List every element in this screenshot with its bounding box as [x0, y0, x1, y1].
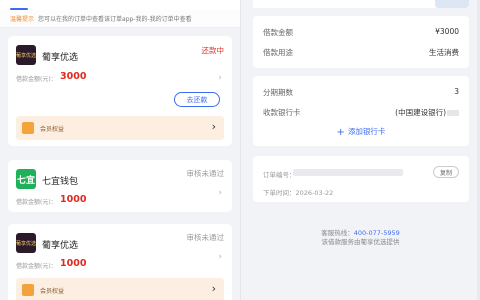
- add-bank-label: 添加银行卡: [347, 127, 386, 136]
- loan-amount: 1000: [60, 194, 87, 205]
- member-label: 会员权益: [40, 126, 65, 133]
- loan-purpose-value: 生活消费: [429, 48, 459, 57]
- notice-tag: 温馨提示: [10, 16, 35, 23]
- loan-card-puxiang-repaying[interactable]: 葡享优选 葡享优选 还款中 借款金额(元)： 3000 › 去还款 会员权益 ›: [8, 36, 232, 146]
- status-badge: 审核未通过: [186, 233, 225, 242]
- amount-label: 借款金额(元)：: [16, 76, 57, 83]
- repay-button[interactable]: 去还款: [174, 92, 220, 107]
- status-badge: 审核未通过: [186, 169, 225, 178]
- member-icon: [22, 122, 34, 134]
- chevron-right-icon: ›: [211, 282, 216, 295]
- order-no-label: 订单编号：: [263, 171, 296, 179]
- header-decoration: [435, 0, 469, 8]
- order-time-label-text: 下单时间：: [263, 189, 296, 197]
- bank-card-value: (中国建设银行): [395, 107, 459, 118]
- amount-label: 借款金额(元)：: [16, 263, 57, 270]
- product-name: 葡享优选: [42, 53, 79, 63]
- top-tab-bar: [0, 0, 240, 10]
- copy-button[interactable]: 复制: [433, 166, 459, 178]
- member-benefits-banner[interactable]: 会员权益 ›: [16, 116, 224, 140]
- bank-card-row[interactable]: 收款银行卡 (中国建设银行): [263, 107, 459, 118]
- bank-card-label: 收款银行卡: [263, 108, 301, 117]
- notice-text: 您可以在我的订单中查看该订单app-我的-我的订单中查看: [38, 16, 192, 23]
- product-name: 七宜钱包: [42, 177, 79, 187]
- chevron-right-icon: ›: [211, 120, 216, 133]
- amount-label: 借款金额(元)：: [16, 199, 57, 206]
- product-name: 葡享优选: [42, 241, 79, 251]
- order-no-mask: [293, 169, 403, 176]
- loan-info-card: 借款金额 ¥3000 借款用途 生活消费: [253, 16, 469, 68]
- order-time-value: 2026-03-22: [295, 189, 334, 197]
- active-tab-indicator: [10, 8, 28, 10]
- member-benefits-banner[interactable]: 会员权益 ›: [16, 278, 224, 300]
- plus-icon: +: [336, 127, 345, 138]
- bank-name: (中国建设银行): [395, 108, 446, 117]
- loan-amount-value: ¥3000: [435, 27, 459, 36]
- loan-amount: 1000: [60, 258, 87, 269]
- loan-card-qiyi-rejected[interactable]: 七宜 七宜钱包 审核未通过 借款金额(元)： 1000 ›: [8, 160, 232, 212]
- loan-amount-label: 借款金额: [263, 28, 293, 37]
- member-icon: [22, 284, 34, 296]
- puxiang-logo: 葡享优选: [16, 233, 36, 253]
- detail-header-strip: [253, 0, 469, 8]
- notice-bar: 温馨提示 您可以在我的订单中查看该订单app-我的-我的订单中查看: [0, 10, 240, 28]
- add-bank-card-button[interactable]: + 添加银行卡: [253, 126, 469, 138]
- loan-amount-row: 借款金额 ¥3000: [263, 27, 459, 38]
- installments-row: 分期期数 3: [263, 87, 459, 98]
- loan-purpose-label: 借款用途: [263, 48, 293, 57]
- puxiang-logo: 葡享优选: [16, 45, 36, 65]
- order-time-label: 下单时间：2026-03-22: [263, 187, 333, 197]
- chevron-right-icon: ›: [218, 73, 222, 83]
- loan-purpose-row: 借款用途 生活消费: [263, 47, 459, 58]
- chevron-right-icon: ›: [218, 188, 222, 198]
- card-number-mask: [447, 110, 459, 116]
- repayment-card: 分期期数 3 收款银行卡 (中国建设银行) + 添加银行卡: [253, 76, 469, 146]
- member-label: 会员权益: [40, 288, 65, 295]
- installments-label: 分期期数: [263, 88, 293, 97]
- installments-value: 3: [454, 87, 459, 96]
- chevron-right-icon: ›: [218, 252, 222, 262]
- qiyi-logo: 七宜: [16, 169, 36, 189]
- screen: 温馨提示 您可以在我的订单中查看该订单app-我的-我的订单中查看 葡享优选 葡…: [0, 0, 480, 300]
- loan-amount: 3000: [60, 71, 87, 82]
- order-list-panel: 温馨提示 您可以在我的订单中查看该订单app-我的-我的订单中查看 葡享优选 葡…: [0, 0, 240, 300]
- service-provider-note: 该借款服务由葡享优选提供: [321, 238, 400, 246]
- loan-card-puxiang-rejected[interactable]: 葡享优选 葡享优选 审核未通过 借款金额(元)： 1000 › 会员权益 ›: [8, 224, 232, 300]
- status-badge: 还款中: [201, 46, 225, 55]
- order-info-card: 订单编号： 复制 下单时间：2026-03-22: [253, 156, 469, 202]
- order-detail-panel: 借款金额 ¥3000 借款用途 生活消费 分期期数 3 收款银行卡 (中国建设银…: [240, 0, 480, 300]
